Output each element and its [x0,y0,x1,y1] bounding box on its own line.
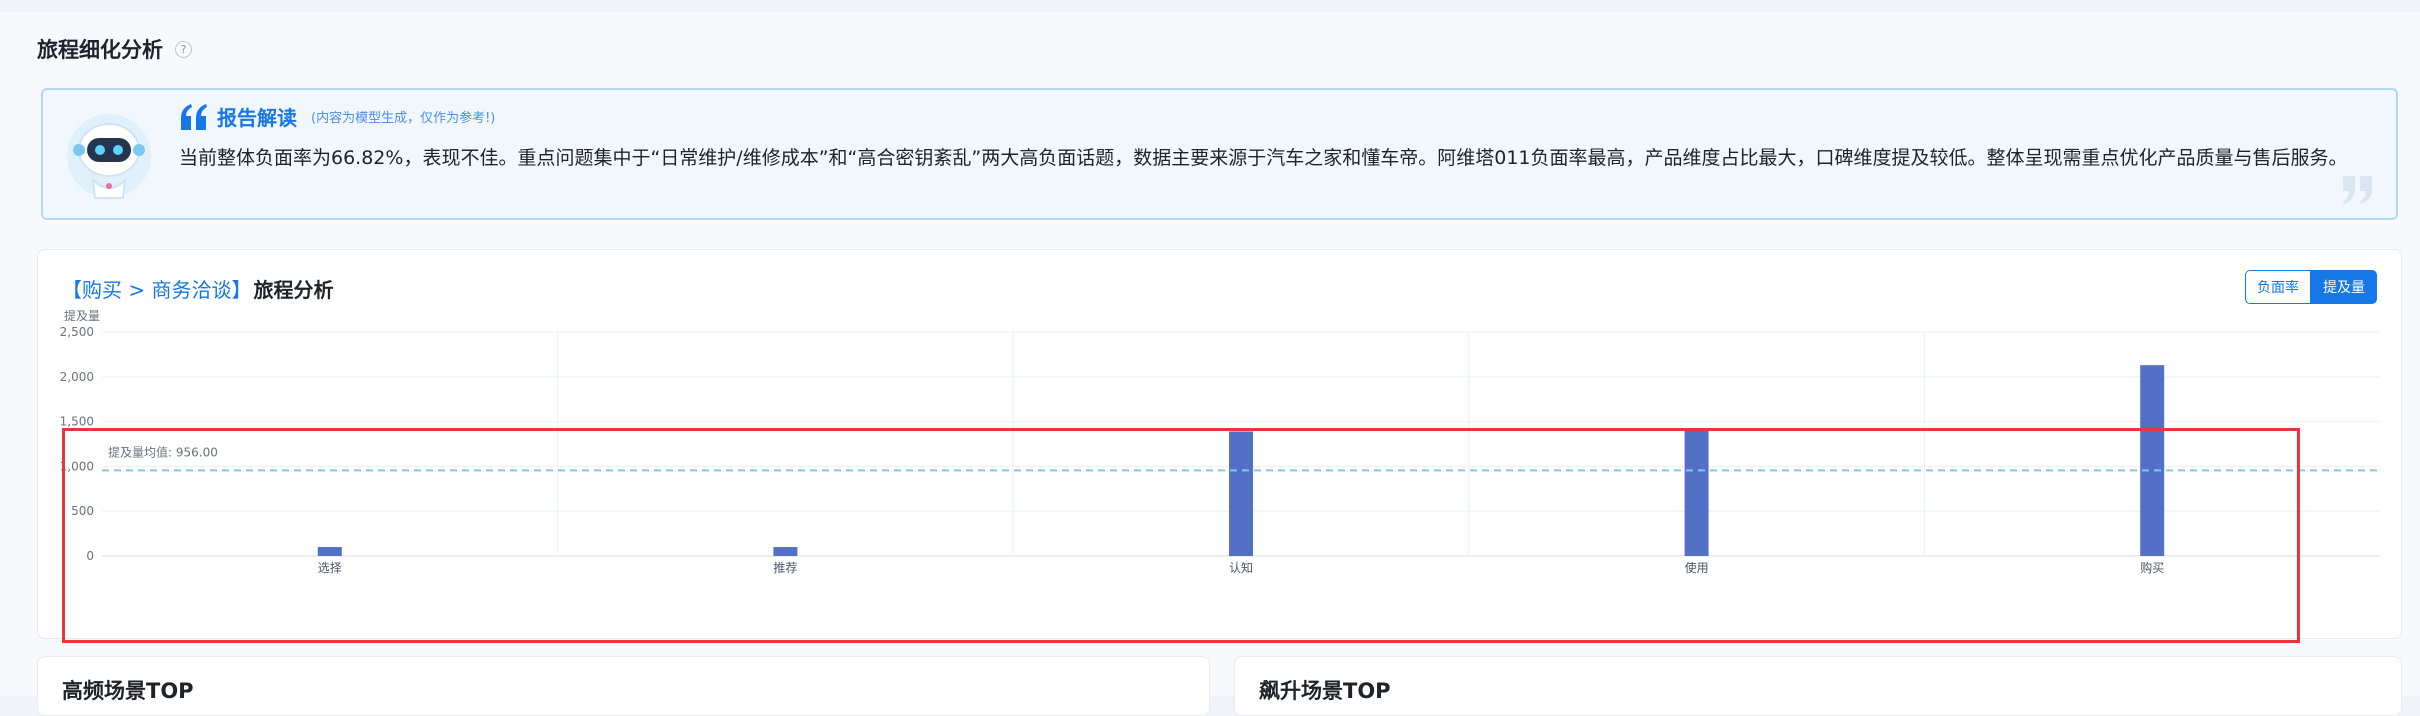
mean-line-label: 提及量均值: 956.00 [108,444,218,459]
bar-购买 [2140,365,2165,556]
report-title: 报告解读 [217,106,297,130]
report-header: 报告解读 (内容为模型生成，仅作为参考!) [179,102,495,131]
robot-avatar-icon [67,114,151,199]
section-header: 旅程细化分析 ? [37,34,192,64]
section-title: 旅程细化分析 [37,38,163,62]
bar-使用 [1684,429,1709,556]
y-tick-label: 2,000 [60,370,94,384]
toggle-negative-rate[interactable]: 负面率 [2245,270,2311,304]
x-tick-label: 认知 [1229,561,1253,575]
top-scenes-card: 高频场景TOP [37,656,1210,716]
report-card: 报告解读 (内容为模型生成，仅作为参考!) 当前整体负面率为66.82%，表现不… [41,88,2398,220]
y-tick-label: 500 [71,504,94,518]
top-scenes-title: 高频场景TOP [62,679,194,703]
chart-title: 【购买 > 商务洽谈】 旅程分析 [62,274,333,303]
report-body: 当前整体负面率为66.82%，表现不佳。重点问题集中于“日常维护/维修成本”和“… [179,147,2348,169]
metric-toggle: 负面率 提及量 [2245,270,2377,304]
page: 旅程细化分析 ? 报告解读 (内容为模型生成，仅作为参考!) 当前整体负面率为6… [0,12,2420,716]
rising-scenes-card: 飙升场景TOP [1234,656,2402,716]
help-icon[interactable]: ? [175,40,192,58]
rising-scenes-title: 飙升场景TOP [1259,679,1391,703]
y-tick-label: 1,500 [60,415,94,429]
x-tick-label: 推荐 [773,561,797,575]
chart-card: 【购买 > 商务洽谈】 旅程分析 负面率 提及量 提及量 0 500 1,000 1,50… [37,249,2402,639]
chart-title-main: 旅程分析 [253,278,334,302]
bar-选择 [317,547,342,556]
y-tick-label: 1,000 [60,459,94,473]
quote-close-icon [2343,176,2372,204]
chart-title-breadcrumb[interactable]: 【购买 > 商务洽谈】 [62,278,251,302]
bar-chart: 提及量 0 500 1,000 1,500 2,000 2,500 选择 推荐 认知 使用 购买 提及量… [60,310,2380,575]
bar-推荐 [773,547,798,556]
y-axis-label: 提及量 [64,310,100,323]
x-tick-label: 购买 [2140,560,2164,575]
quote-open-icon [181,103,207,130]
x-tick-label: 使用 [1685,560,1709,575]
y-tick-label: 0 [86,549,94,563]
report-note: (内容为模型生成，仅作为参考!) [311,111,496,126]
x-tick-label: 选择 [318,561,342,575]
toggle-mentions[interactable]: 提及量 [2311,270,2377,304]
y-tick-label: 2,500 [60,325,94,339]
bar-认知 [1229,431,1253,556]
